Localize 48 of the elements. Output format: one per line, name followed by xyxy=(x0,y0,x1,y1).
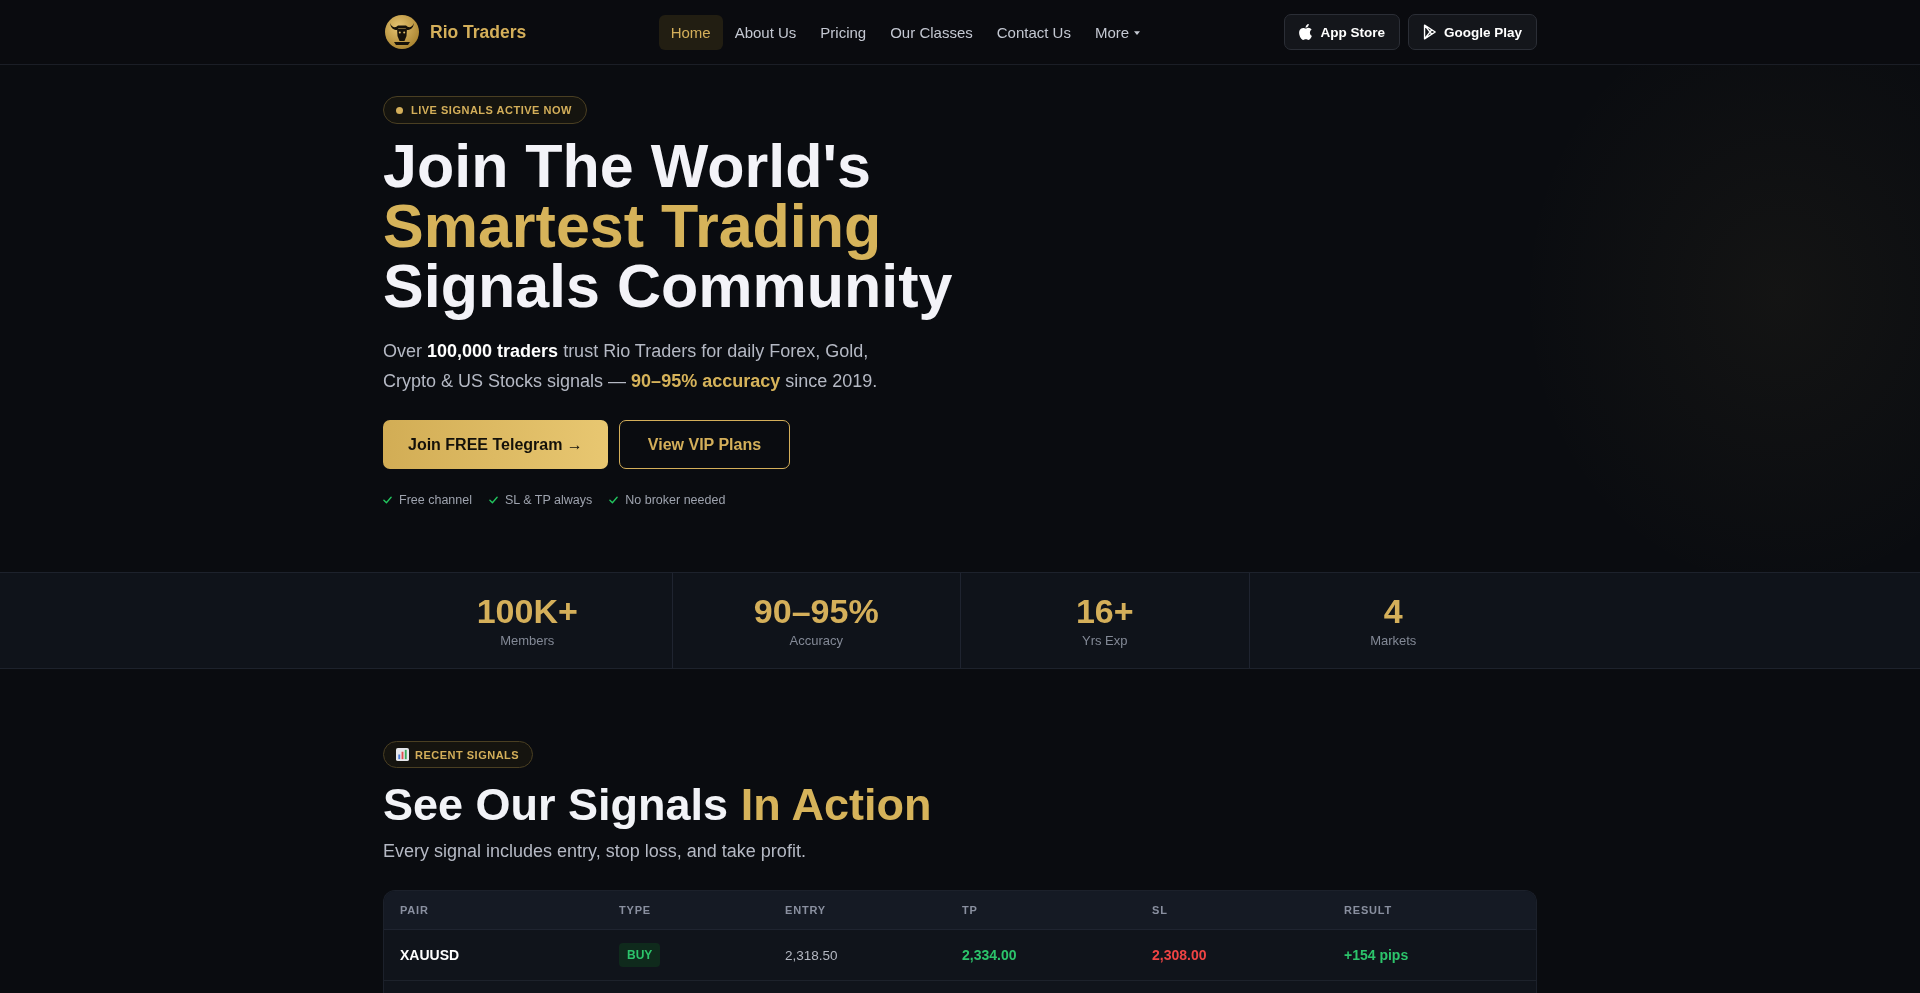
column-header: TP xyxy=(962,904,979,916)
column-header: RESULT xyxy=(1344,904,1393,916)
bull-head-logo-icon xyxy=(385,15,419,49)
stat-label: Members xyxy=(500,632,555,649)
section-subtitle: Every signal includes entry, stop loss, and take profit. xyxy=(383,840,807,862)
column-header: TYPE xyxy=(619,904,652,916)
take-profit-cell: 2,334.00 xyxy=(962,947,1017,963)
check-icon xyxy=(383,496,392,504)
stat-label: Accuracy xyxy=(789,632,843,649)
stat-value: 100K+ xyxy=(476,592,578,629)
stat-label: Yrs Exp xyxy=(1082,632,1128,649)
type-tag: BUY xyxy=(619,943,661,967)
stat-value: 4 xyxy=(1383,592,1403,629)
outline-cta-button[interactable]: View VIP Plans xyxy=(618,420,791,469)
column-header: SL xyxy=(1152,904,1169,916)
store-button[interactable]: App Store xyxy=(1284,14,1400,50)
caret-icon xyxy=(1134,31,1141,35)
nav-link[interactable]: More xyxy=(1082,14,1153,50)
nav-link[interactable]: Home xyxy=(658,14,723,50)
store-button[interactable]: Google Play xyxy=(1407,14,1537,50)
feature-text: No broker needed xyxy=(625,492,726,508)
apple-icon xyxy=(1299,24,1313,40)
badge-text: RECENT SIGNALS xyxy=(415,748,520,761)
nav-link[interactable]: Pricing xyxy=(808,14,879,50)
stat-value: 90–95% xyxy=(753,592,879,629)
result-cell: +154 pips xyxy=(1344,947,1409,963)
badge-text: LIVE SIGNALS ACTIVE NOW xyxy=(411,104,572,116)
entry-cell: 2,318.50 xyxy=(785,948,838,963)
nav-link[interactable]: About Us xyxy=(722,14,809,50)
primary-cta-button[interactable]: Join FREE Telegram → xyxy=(383,420,608,469)
check-icon xyxy=(609,496,619,504)
column-header: PAIR xyxy=(400,904,430,916)
feature-text: Free channel xyxy=(399,492,472,508)
column-header: ENTRY xyxy=(785,904,827,916)
feature-text: SL & TP always xyxy=(504,492,593,508)
pair-cell: XAUUSD xyxy=(400,947,460,963)
stat-label: Markets xyxy=(1370,632,1417,649)
stop-loss-cell: 2,308.00 xyxy=(1152,947,1207,963)
stat-value: 16+ xyxy=(1075,592,1134,629)
hero-subtitle: Over 100,000 traders trust Rio Traders for daily Forex, Gold, Crypto & US Stocks signals — 90–95% accuracy since 2019. xyxy=(383,340,879,393)
nav-link[interactable]: Our Classes xyxy=(878,14,985,50)
brand-name: Rio Traders xyxy=(430,21,527,43)
nav-link[interactable]: Contact Us xyxy=(984,14,1083,50)
section-heading: See Our Signals In Action xyxy=(383,782,933,828)
check-icon xyxy=(488,496,498,504)
play-icon xyxy=(1422,24,1436,40)
dot-icon xyxy=(396,106,403,114)
bar-chart-icon xyxy=(396,748,409,761)
